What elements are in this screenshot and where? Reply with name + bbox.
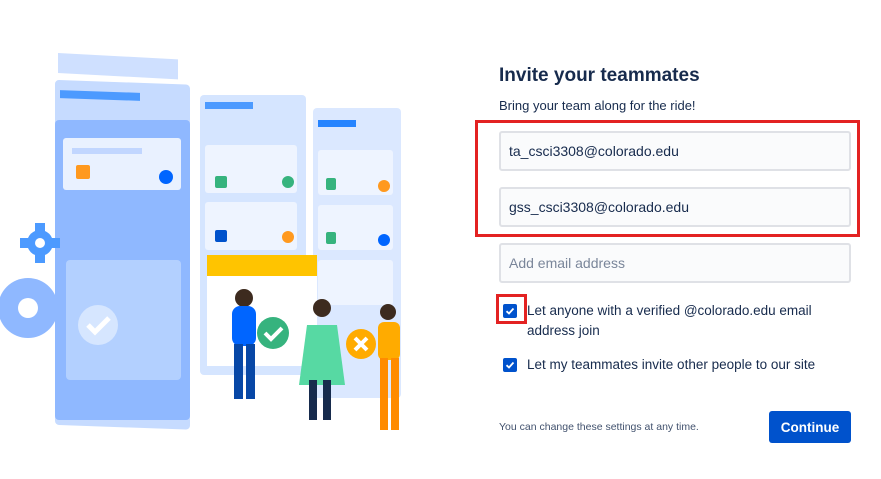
email-input-1[interactable] — [499, 131, 851, 171]
invite-form: Invite your teammates Bring your team al… — [499, 64, 851, 114]
page-subtitle: Bring your team along for the ride! — [499, 98, 696, 113]
settings-note: You can change these settings at any tim… — [499, 421, 699, 433]
checkmark-icon — [505, 307, 515, 315]
verified-domain-checkbox[interactable] — [503, 304, 517, 318]
team-board-illustration — [0, 53, 401, 430]
option-teammates-invite[interactable]: Let my teammates invite other people to … — [503, 355, 843, 375]
verified-domain-label: Let anyone with a verified @colorado.edu… — [527, 303, 812, 338]
add-email-input[interactable] — [499, 243, 851, 283]
page-title: Invite your teammates — [499, 65, 700, 86]
continue-button[interactable]: Continue — [769, 411, 851, 443]
teammates-invite-checkbox[interactable] — [503, 358, 517, 372]
email-input-2[interactable] — [499, 187, 851, 227]
option-verified-domain[interactable]: Let anyone with a verified @colorado.edu… — [503, 301, 843, 341]
checkmark-icon — [505, 361, 515, 369]
teammates-invite-label: Let my teammates invite other people to … — [527, 357, 816, 372]
